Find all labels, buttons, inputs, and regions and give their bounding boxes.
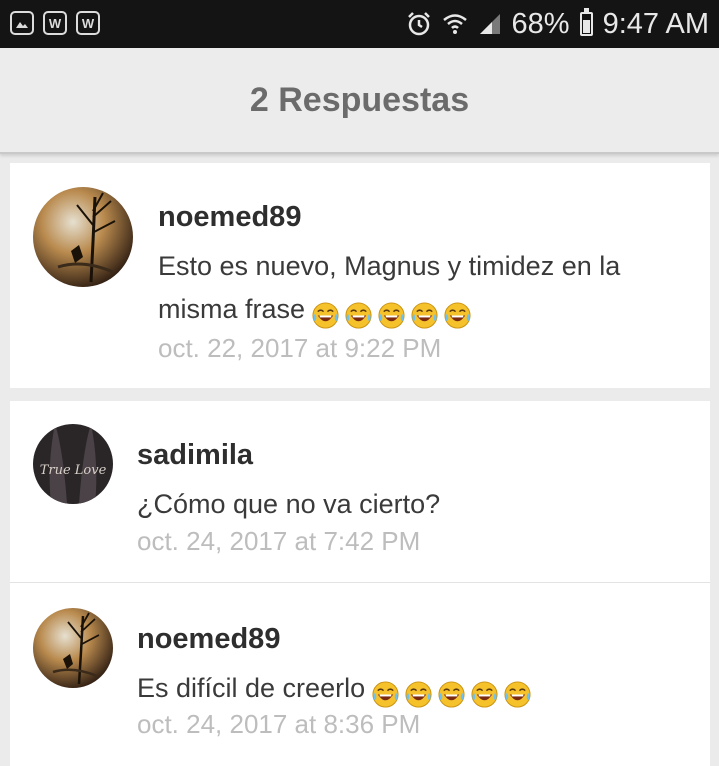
clock: 9:47 AM bbox=[602, 7, 709, 40]
comment-text: ¿Cómo que no va cierto? bbox=[137, 489, 441, 519]
comment-username[interactable]: sadimila bbox=[137, 439, 253, 472]
battery-percent: 68% bbox=[511, 7, 570, 40]
comment-timestamp: oct. 24, 2017 at 8:36 PM bbox=[137, 709, 421, 739]
laughing-emoji-icon bbox=[437, 679, 466, 708]
comment-text: Esto es nuevo, Magnus y timidez en la mi… bbox=[158, 245, 678, 335]
laughing-emoji-icon bbox=[344, 300, 373, 329]
laughing-emoji-icon bbox=[410, 300, 439, 329]
page-title: 2 Respuestas bbox=[249, 80, 470, 119]
laughing-emoji-group bbox=[311, 292, 476, 335]
comment-timestamp: oct. 22, 2017 at 9:22 PM bbox=[158, 333, 442, 363]
comment-text: Es difícil de creerlo bbox=[137, 667, 536, 714]
avatar[interactable] bbox=[33, 187, 133, 287]
page-header: 2 Respuestas bbox=[0, 48, 719, 154]
battery-icon bbox=[579, 8, 593, 36]
signal-icon bbox=[478, 12, 502, 36]
laughing-emoji-icon bbox=[503, 679, 532, 708]
comment-text-content: Es difícil de creerlo bbox=[137, 673, 366, 703]
comment-card[interactable]: True Love sadimila ¿Cómo que no va ciert… bbox=[10, 401, 710, 766]
notification-icons: W W bbox=[10, 11, 100, 35]
avatar[interactable]: True Love bbox=[33, 424, 113, 504]
image-icon bbox=[10, 11, 34, 35]
laughing-emoji-icon bbox=[371, 679, 400, 708]
w-icon: W bbox=[43, 11, 67, 35]
avatar[interactable] bbox=[33, 608, 113, 688]
laughing-emoji-icon bbox=[470, 679, 499, 708]
comment-timestamp: oct. 24, 2017 at 7:42 PM bbox=[137, 526, 421, 556]
status-bar: W W 68% 9:47 AM bbox=[0, 0, 719, 48]
laughing-emoji-group bbox=[371, 671, 536, 714]
avatar-caption: True Love bbox=[40, 463, 107, 478]
comment-card[interactable]: noemed89 Esto es nuevo, Magnus y timidez… bbox=[10, 163, 710, 388]
divider bbox=[10, 582, 710, 583]
alarm-icon bbox=[406, 11, 432, 37]
comment-username[interactable]: noemed89 bbox=[137, 623, 280, 656]
comment-username[interactable]: noemed89 bbox=[158, 201, 301, 234]
wifi-icon bbox=[442, 11, 468, 37]
laughing-emoji-icon bbox=[404, 679, 433, 708]
laughing-emoji-icon bbox=[311, 300, 340, 329]
w-icon: W bbox=[76, 11, 100, 35]
laughing-emoji-icon bbox=[377, 300, 406, 329]
laughing-emoji-icon bbox=[443, 300, 472, 329]
